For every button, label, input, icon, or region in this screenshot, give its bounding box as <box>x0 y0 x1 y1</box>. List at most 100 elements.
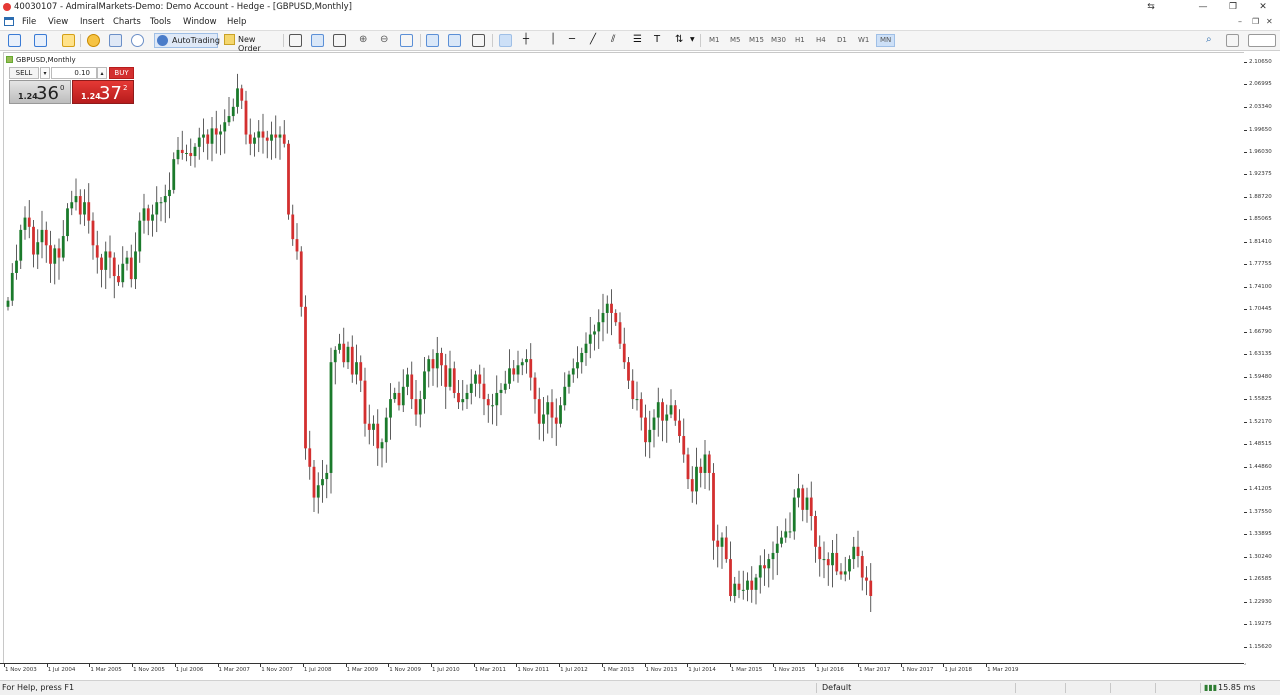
restore-small-icon[interactable]: ⇆ <box>1136 1 1166 13</box>
lot-increase-button[interactable]: ▴ <box>97 67 107 79</box>
candle-body <box>91 220 95 246</box>
menu-charts[interactable]: Charts <box>113 17 141 27</box>
vertical-line-icon[interactable]: │ <box>550 34 556 45</box>
timeframe-h4[interactable]: H4 <box>816 36 826 44</box>
lot-decrease-button[interactable]: ▾ <box>40 67 50 79</box>
toolbar-separator <box>492 34 493 47</box>
candle-body <box>163 196 167 203</box>
indicators-icon[interactable] <box>472 34 485 47</box>
menu-window[interactable]: Window <box>183 17 217 27</box>
autotrading-button[interactable]: AutoTrading <box>154 33 220 48</box>
candle-body <box>210 128 214 144</box>
candle-body <box>486 399 490 406</box>
document-icon[interactable] <box>4 17 14 26</box>
price-scale-label: 1.48515 <box>1249 441 1272 448</box>
price-scale-label: 1.63135 <box>1249 351 1272 358</box>
zoom-out-icon[interactable]: ⊖ <box>380 34 388 45</box>
time-axis[interactable]: 1 Nov 2003 1 Jul 2004 1 Mar 2005 1 Nov 2005… <box>0 663 1244 677</box>
minimize-button[interactable]: — <box>1188 1 1218 13</box>
candle-body <box>546 402 550 415</box>
zoom-in-icon[interactable]: ⊕ <box>359 34 367 45</box>
price-scale-label: 1.88720 <box>1249 193 1272 200</box>
arrows-icon[interactable]: ⇅ <box>675 34 683 45</box>
navigator-icon[interactable] <box>87 34 100 47</box>
new-chart-icon[interactable] <box>8 34 21 47</box>
candle-body <box>474 374 477 384</box>
bid-price-button[interactable]: 1.24 36 0 <box>9 80 71 104</box>
price-scale-tick <box>1244 286 1247 288</box>
chevron-down-icon[interactable]: ▼ <box>690 36 695 43</box>
price-scale-label: 1.85065 <box>1249 216 1272 223</box>
terminal-icon[interactable] <box>109 34 122 47</box>
timeframe-m15[interactable]: M15 <box>749 36 764 44</box>
line-chart-icon[interactable] <box>333 34 346 47</box>
mdi-minimize-button[interactable]: – <box>1238 17 1242 26</box>
candle-body <box>389 399 392 418</box>
maximize-button[interactable]: ❐ <box>1218 1 1248 13</box>
menu-view[interactable]: View <box>48 17 68 27</box>
candle-body <box>750 580 754 590</box>
auto-scroll-icon[interactable] <box>426 34 439 47</box>
trendline-icon[interactable]: ╱ <box>590 34 596 45</box>
price-scale-tick <box>1244 106 1247 108</box>
candle-body <box>869 580 873 597</box>
buy-button[interactable]: BUY <box>109 67 134 79</box>
channel-icon[interactable]: ⫽ <box>611 34 615 45</box>
candle-body <box>712 472 715 541</box>
timeframe-m30[interactable]: M30 <box>771 36 786 44</box>
ask-price-button[interactable]: 1.24 37 2 <box>72 80 134 104</box>
timeframe-d1[interactable]: D1 <box>837 36 847 44</box>
mdi-restore-button[interactable]: ❐ <box>1252 17 1259 26</box>
menu-help[interactable]: Help <box>227 17 246 27</box>
chat-icon[interactable] <box>1226 34 1239 47</box>
crosshair-icon[interactable]: ┼ <box>523 34 529 45</box>
profiles-icon[interactable] <box>34 34 47 47</box>
price-scale-tick <box>1244 354 1247 356</box>
candle-body <box>66 208 69 237</box>
lot-size-input[interactable]: 0.10 <box>51 67 97 79</box>
candle-body <box>593 331 596 335</box>
tile-windows-icon[interactable] <box>400 34 413 47</box>
candle-body <box>444 365 448 387</box>
candle-body <box>185 152 188 154</box>
candle-body <box>843 571 847 575</box>
timeframe-m5[interactable]: M5 <box>730 36 741 44</box>
mdi-close-button[interactable]: ✕ <box>1266 17 1273 26</box>
timeframe-w1[interactable]: W1 <box>858 36 869 44</box>
candle-body <box>129 257 133 280</box>
close-button[interactable]: ✕ <box>1248 1 1278 13</box>
candle-body <box>406 374 409 387</box>
price-scale[interactable]: 2.10650 2.06995 2.03340 1.99650 1.96030 1.923… <box>1244 52 1277 663</box>
candle-body <box>792 497 796 532</box>
timeframe-mn[interactable]: MN <box>876 34 896 47</box>
sell-button[interactable]: SELL <box>9 67 39 79</box>
candle-body <box>117 276 120 283</box>
candle-body <box>270 134 273 141</box>
bar-chart-icon[interactable] <box>289 34 302 47</box>
candle-body <box>495 392 499 406</box>
candle-body <box>342 343 346 363</box>
cursor-icon[interactable] <box>499 34 512 47</box>
timeframe-m1[interactable]: M1 <box>709 36 720 44</box>
candle-body <box>703 454 707 473</box>
chart-shift-icon[interactable] <box>448 34 461 47</box>
strategy-tester-icon[interactable] <box>131 34 144 47</box>
text-tool-icon[interactable]: T <box>654 34 660 45</box>
fibonacci-icon[interactable]: ☰ <box>633 34 642 45</box>
menu-file[interactable]: File <box>22 17 36 27</box>
market-watch-icon[interactable] <box>62 34 75 47</box>
candle-body <box>257 131 261 138</box>
candle-body <box>686 454 690 480</box>
candlestick-icon[interactable] <box>311 34 324 47</box>
menu-tools[interactable]: Tools <box>150 17 171 27</box>
horizontal-line-icon[interactable]: ─ <box>569 34 575 45</box>
price-scale-label: 1.22930 <box>1249 598 1272 605</box>
search-icon[interactable]: ⌕ <box>1206 34 1212 45</box>
candle-body <box>312 466 316 498</box>
timeframe-h1[interactable]: H1 <box>795 36 805 44</box>
menu-insert[interactable]: Insert <box>80 17 104 27</box>
candle-body <box>155 202 159 215</box>
candle-body <box>797 488 800 498</box>
new-order-button[interactable]: New Order <box>222 33 278 53</box>
chart-window[interactable]: GBPUSD,Monthly SELL ▾ 0.10 ▴ BUY 1.24 36… <box>3 52 1246 665</box>
